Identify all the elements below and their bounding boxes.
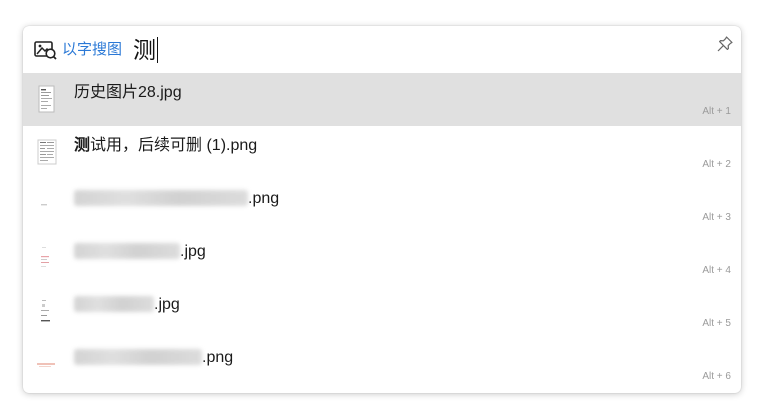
result-shortcut: Alt + 6 [702, 371, 731, 382]
redacted-text [74, 190, 248, 206]
file-thumbnail [38, 85, 55, 113]
results-list: 历史图片28.jpg Alt + 1 测试用，后续可删 (1).png Alt … [23, 73, 741, 391]
result-filename: .png [74, 348, 233, 368]
file-thumbnail [41, 204, 47, 206]
result-shortcut: Alt + 1 [702, 106, 731, 117]
image-search-icon[interactable] [34, 40, 57, 60]
file-thumbnail [37, 363, 55, 367]
result-item[interactable]: 历史图片28.jpg Alt + 1 [23, 73, 741, 126]
search-query-text: 测 [133, 37, 156, 63]
file-thumbnail [41, 300, 50, 322]
pin-icon[interactable] [716, 35, 734, 53]
search-input[interactable]: 测 [133, 35, 158, 65]
result-shortcut: Alt + 5 [702, 318, 731, 329]
result-filename: .jpg [74, 295, 180, 315]
result-filename: 测试用，后续可删 (1).png [74, 137, 258, 154]
result-shortcut: Alt + 2 [702, 159, 731, 170]
result-item[interactable]: .jpg Alt + 4 [23, 232, 741, 285]
result-shortcut: Alt + 4 [702, 265, 731, 276]
redacted-text [74, 349, 202, 365]
file-thumbnail [37, 139, 57, 165]
redacted-text [74, 296, 154, 312]
result-item[interactable]: 测试用，后续可删 (1).png Alt + 2 [23, 126, 741, 179]
result-item[interactable]: .jpg Alt + 5 [23, 285, 741, 338]
result-shortcut: Alt + 3 [702, 212, 731, 223]
file-thumbnail [41, 247, 49, 267]
result-item[interactable]: .png Alt + 3 [23, 179, 741, 232]
search-panel: 以字搜图 测 历史图片28.jpg Alt + 1 测试用，后续可删 (1).p… [23, 26, 741, 393]
result-filename: 历史图片28.jpg [74, 84, 182, 101]
search-mode-label[interactable]: 以字搜图 [62, 40, 122, 60]
result-filename: .png [74, 189, 279, 209]
result-filename: .jpg [74, 242, 206, 262]
search-bar: 以字搜图 测 [23, 26, 741, 73]
text-caret [157, 37, 158, 63]
redacted-text [74, 243, 180, 259]
result-item[interactable]: .png Alt + 6 [23, 338, 741, 391]
